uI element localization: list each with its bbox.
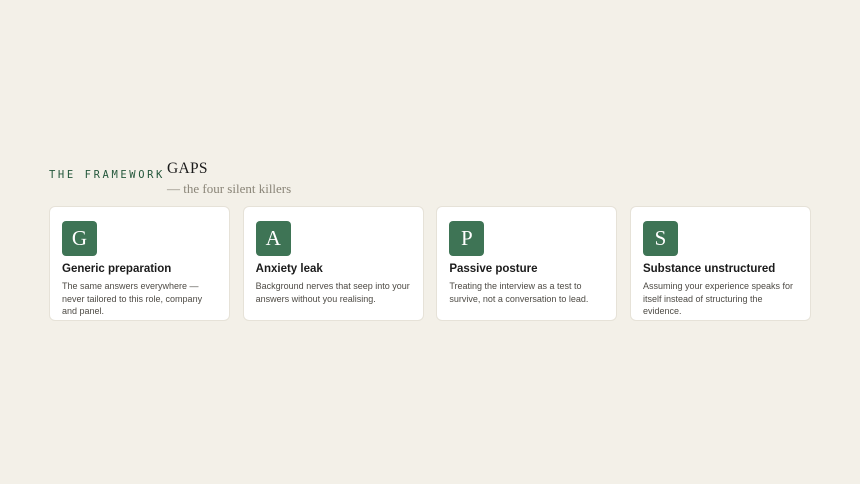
framework-header: THE FRAMEWORK GAPS — the four silent kil… (49, 160, 811, 206)
card-description: Background nerves that seep into your an… (255, 281, 410, 304)
card-title: Anxiety leak (255, 263, 323, 275)
framework-subtitle: — the four silent killers (167, 181, 292, 196)
card-description: The same answers everywhere — never tail… (62, 281, 203, 316)
framework-section: THE FRAMEWORK GAPS — the four silent kil… (49, 160, 811, 321)
card-description: Treating the interview as a test to surv… (449, 281, 589, 304)
card-title: Generic preparation (62, 263, 172, 275)
card-title: Passive posture (449, 263, 538, 275)
letter-badge-p: P (449, 221, 485, 256)
eyebrow-label: THE FRAMEWORK (49, 169, 165, 181)
letter-badge-a: A (255, 221, 291, 256)
card-anxiety-leak: A Anxiety leak Background nerves that se… (242, 206, 424, 321)
letter-badge-s: S (642, 221, 678, 256)
card-generic-preparation: G Generic preparation The same answers e… (49, 206, 230, 321)
letter-badge-g: G (62, 221, 97, 256)
card-title: Substance unstructured (642, 263, 776, 275)
framework-title: GAPS (167, 160, 208, 177)
title-block: GAPS — the four silent killers (167, 160, 291, 197)
card-row: G Generic preparation The same answers e… (49, 206, 811, 321)
card-substance-unstructured: S Substance unstructured Assuming your e… (629, 206, 811, 321)
card-passive-posture: P Passive posture Treating the interview… (436, 206, 618, 321)
card-description: Assuming your experience speaks for itse… (642, 281, 794, 316)
